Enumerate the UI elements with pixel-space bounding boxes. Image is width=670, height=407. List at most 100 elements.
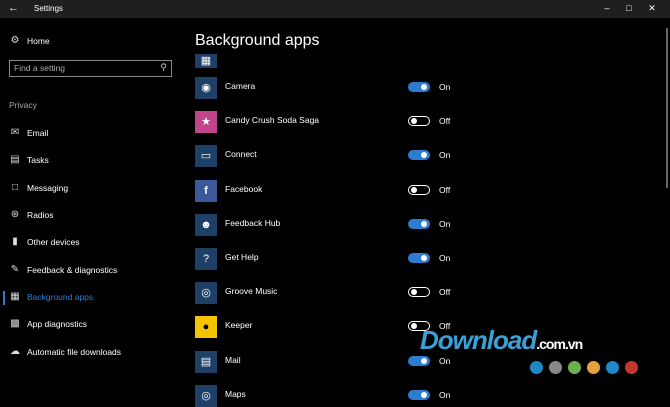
toggle-knob [411, 322, 417, 329]
sidebar-item-label: Feedback & diagnostics [27, 265, 118, 275]
sidebar-item-label: Tasks [27, 155, 49, 165]
toggle-knob [421, 152, 427, 158]
feedback-hub-icon: ☻ [195, 214, 217, 236]
sidebar-item-background-apps[interactable]: ▦ Background apps [0, 288, 185, 308]
sidebar-item-automatic-file-downloads[interactable]: ☁ Automatic file downloads [0, 343, 185, 363]
list-item: ★ Candy Crush Soda Saga Off [195, 111, 485, 133]
sidebar-item-label: Automatic file downloads [27, 347, 122, 357]
dot [606, 361, 619, 374]
toggle-knob [411, 288, 417, 295]
toggle-state: Off [439, 185, 451, 195]
candy-crush-icon: ★ [195, 111, 217, 133]
app-name: Camera [225, 81, 256, 91]
toggle-state: On [439, 356, 451, 366]
connect-icon: ▭ [195, 145, 217, 167]
dot [587, 361, 600, 374]
window-title: Settings [34, 4, 63, 13]
keeper-icon: ● [195, 316, 217, 338]
maximize-icon[interactable]: □ [622, 3, 636, 13]
toggle-state: On [439, 390, 451, 400]
app-name: Maps [225, 389, 246, 399]
sidebar-item-app-diagnostics[interactable]: ▩ App diagnostics [0, 315, 185, 335]
toggle-switch[interactable] [408, 219, 430, 229]
list-item: ☻ Feedback Hub On [195, 214, 485, 236]
toggle-switch[interactable] [408, 253, 430, 263]
list-item: f Facebook Off [195, 180, 485, 202]
toggle-state: On [439, 150, 451, 160]
app-diagnostics-icon: ▩ [10, 318, 20, 329]
camera-icon: ◉ [195, 77, 217, 99]
sidebar-item-label: Email [27, 128, 49, 138]
list-item: ◉ Camera On [195, 77, 485, 99]
gear-icon: ⚙ [10, 35, 20, 46]
sidebar-item-radios[interactable]: ⊛ Radios [0, 206, 185, 226]
toggle-state: On [439, 253, 451, 263]
toggle-knob [421, 84, 427, 90]
app-name: Facebook [225, 184, 263, 194]
dot [549, 361, 562, 374]
search-input[interactable] [14, 62, 154, 74]
sidebar: ⚙ Home ⚲ Privacy ✉ Email ▤ Tasks □ Messa… [0, 18, 185, 401]
sidebar-item-tasks[interactable]: ▤ Tasks [0, 151, 185, 171]
mail-icon: ▤ [195, 351, 217, 373]
title-bar: ← Settings – □ ✕ [0, 0, 670, 18]
sidebar-home[interactable]: ⚙ Home [0, 32, 185, 52]
app-name: Connect [225, 149, 257, 159]
toggle-state: Off [439, 287, 451, 297]
app-grid-icon: ▦ [195, 54, 217, 68]
sidebar-item-label: Other devices [27, 237, 80, 247]
radio-icon: ⊛ [10, 209, 20, 220]
toggle-switch[interactable] [408, 116, 430, 126]
home-label: Home [27, 36, 50, 46]
toggle-switch[interactable] [408, 150, 430, 160]
feedback-icon: ✎ [10, 264, 20, 275]
minimize-icon[interactable]: – [600, 3, 614, 13]
sidebar-item-email[interactable]: ✉ Email [0, 124, 185, 144]
app-name: Candy Crush Soda Saga [225, 115, 320, 125]
toggle-switch[interactable] [408, 287, 430, 297]
sidebar-item-other-devices[interactable]: ▮ Other devices [0, 233, 185, 253]
list-item: ▭ Connect On [195, 145, 485, 167]
section-label: Privacy [9, 100, 37, 110]
list-item-partial: ▦ [195, 54, 485, 68]
sidebar-item-feedback-diagnostics[interactable]: ✎ Feedback & diagnostics [0, 261, 185, 281]
dot [530, 361, 543, 374]
app-name: Mail [225, 355, 241, 365]
sidebar-item-messaging[interactable]: □ Messaging [0, 179, 185, 199]
list-item: ◎ Groove Music Off [195, 282, 485, 304]
app-name: Get Help [225, 252, 259, 262]
toggle-switch[interactable] [408, 390, 430, 400]
watermark-brand: Download [420, 325, 537, 355]
app-name: Keeper [225, 320, 253, 330]
close-icon[interactable]: ✕ [645, 3, 659, 14]
search-icon[interactable]: ⚲ [160, 62, 167, 73]
facebook-icon: f [195, 180, 217, 202]
toggle-state: Off [439, 116, 451, 126]
toggle-switch[interactable] [408, 82, 430, 92]
toggle-switch[interactable] [408, 356, 430, 366]
toggle-knob [411, 186, 417, 193]
sidebar-item-label: App diagnostics [27, 319, 88, 329]
toggle-state: On [439, 219, 451, 229]
watermark-logo: Download.com.vn [420, 325, 583, 356]
back-arrow-icon[interactable]: ← [8, 2, 19, 14]
toggle-knob [421, 255, 427, 261]
devices-icon: ▮ [12, 236, 18, 247]
toggle-switch[interactable] [408, 185, 430, 195]
list-item: ◎ Maps On [195, 385, 485, 407]
sidebar-item-label: Messaging [27, 183, 69, 193]
selection-indicator [3, 291, 5, 305]
message-icon: □ [11, 182, 19, 193]
app-name: Feedback Hub [225, 218, 281, 228]
toggle-state: On [439, 82, 451, 92]
toggle-knob [421, 221, 427, 227]
toggle-knob [421, 392, 427, 398]
background-apps-icon: ▦ [10, 291, 20, 302]
sidebar-item-label: Radios [27, 210, 54, 220]
toggle-knob [421, 358, 427, 364]
toggle-knob [411, 117, 417, 124]
watermark-suffix: .com.vn [536, 336, 583, 352]
scrollbar[interactable] [666, 28, 668, 188]
search-box[interactable]: ⚲ [9, 60, 172, 77]
app-name: Groove Music [225, 286, 278, 296]
